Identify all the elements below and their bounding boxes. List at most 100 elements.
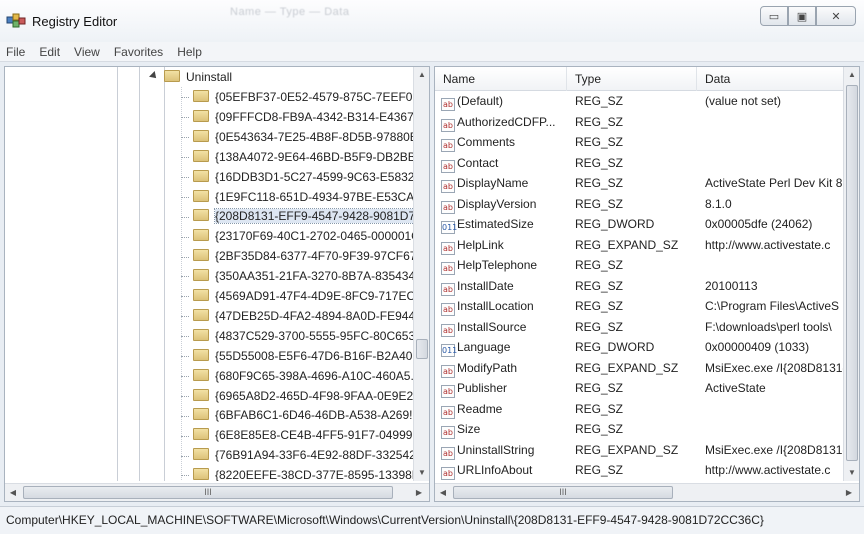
value-type-cell: REG_SZ — [575, 155, 624, 170]
list-item[interactable]: ab Comments REG_SZ — [435, 132, 845, 153]
string-value-icon: ab — [441, 323, 455, 337]
list-item[interactable]: ab DisplayName REG_SZ ActiveState Perl Dev … — [435, 173, 845, 194]
tree-connector — [181, 336, 189, 338]
value-name: Contact — [457, 155, 499, 170]
tree-item-subkey[interactable]: {6965A8D2-465D-4F98-9FAA-0E9E2: — [181, 386, 415, 406]
column-name-header[interactable]: Name — [435, 67, 567, 91]
value-name: AuthorizedCDFP... — [457, 114, 556, 129]
scroll-left-arrow-icon[interactable]: ◀ — [435, 484, 451, 501]
tree-item-subkey[interactable]: {76B91A94-33F6-4E92-88DF-332542 — [181, 445, 415, 465]
tree-vertical-scrollbar[interactable]: ▲ ▼ — [413, 67, 429, 481]
string-value-icon: ab — [441, 262, 455, 275]
menu-file[interactable]: File — [6, 45, 25, 59]
list-item[interactable]: ab InstallLocation REG_SZ C:\Program Files\… — [435, 296, 845, 317]
tree-connector — [181, 356, 189, 358]
tree-item-subkey[interactable]: {4569AD91-47F4-4D9E-8FC9-717EC: — [181, 286, 415, 306]
tree-item-label: {05EFBF37-0E52-4579-875C-7EEF0D — [215, 90, 415, 104]
collapse-arrow-icon[interactable] — [149, 71, 159, 81]
blurred-background-text: Name — Type — Data — [230, 6, 350, 18]
status-bar-path: Computer\HKEY_LOCAL_MACHINE\SOFTWARE\Mic… — [0, 506, 864, 534]
menu-edit[interactable]: Edit — [39, 45, 60, 59]
list-item[interactable]: ab ModifyPath REG_EXPAND_SZ MsiExec.exe /I{… — [435, 358, 845, 379]
minimize-icon: ▭ — [768, 10, 780, 23]
scroll-left-arrow-icon[interactable]: ◀ — [5, 484, 21, 502]
close-button[interactable]: ✕ — [816, 6, 856, 26]
value-type-cell: REG_EXPAND_SZ — [575, 360, 679, 375]
list-vertical-scrollbar[interactable]: ▲ ▼ — [843, 67, 859, 481]
key-tree-pane[interactable]: Uninstall {05EFBF37-0E52-4579-875C-7EEF0… — [4, 66, 430, 502]
list-item[interactable]: ab UninstallString REG_EXPAND_SZ MsiExec.ex… — [435, 440, 845, 461]
tree-item-subkey[interactable]: {55D55008-E5F6-47D6-B16F-B2A40I — [181, 346, 415, 366]
list-item[interactable]: ab Publisher REG_SZ ActiveState — [435, 378, 845, 399]
values-list-pane[interactable]: Name Type Data ab (Default) REG_SZ (value n… — [434, 66, 860, 502]
list-item[interactable]: 011EstimatedSize REG_DWORD 0x00005dfe (240… — [435, 214, 845, 235]
list-item[interactable]: ab URLInfoAbout REG_SZ http://www.activesta… — [435, 460, 845, 481]
list-item[interactable]: ab HelpLink REG_EXPAND_SZ http://www.active… — [435, 235, 845, 256]
maximize-button[interactable]: ▣ — [788, 6, 816, 26]
minimize-button[interactable]: ▭ — [760, 6, 788, 26]
menu-help[interactable]: Help — [177, 45, 202, 59]
tree-horizontal-scrollbar[interactable]: ◀ III ▶ — [5, 483, 429, 501]
value-name-cell: ab UninstallString — [441, 440, 567, 460]
list-item[interactable]: ab InstallSource REG_SZ F:\downloads\perl t… — [435, 317, 845, 338]
tree-item-subkey[interactable]: {23170F69-40C1-2702-0465-000001C — [181, 226, 415, 246]
string-value-icon: ab — [441, 426, 455, 439]
scroll-right-arrow-icon[interactable]: ▶ — [841, 484, 857, 501]
value-data-cell: C:\Program Files\ActiveS — [705, 299, 840, 313]
list-item[interactable]: 011Language REG_DWORD 0x00000409 (1033) — [435, 337, 845, 358]
tree-item-subkey[interactable]: {09FFFCD8-FB9A-4342-B314-E4367E — [181, 107, 415, 127]
list-item[interactable]: ab AuthorizedCDFP... REG_SZ — [435, 112, 845, 133]
scroll-thumb[interactable]: III — [23, 486, 393, 499]
list-item[interactable]: ab HelpTelephone REG_SZ — [435, 255, 845, 276]
scroll-up-arrow-icon[interactable]: ▲ — [414, 67, 430, 83]
folder-icon — [193, 368, 209, 381]
folder-icon — [193, 129, 209, 142]
tree-item-subkey[interactable]: {47DEB25D-4FA2-4894-8A0D-FE944 — [181, 306, 415, 326]
scroll-up-arrow-icon[interactable]: ▲ — [844, 67, 859, 83]
tree-item-subkey[interactable]: {0E543634-7E25-4B8F-8D5B-97880E! — [181, 127, 415, 147]
value-type-cell: REG_SZ — [575, 196, 624, 211]
tree-item-label: {76B91A94-33F6-4E92-88DF-332542 — [215, 448, 415, 463]
value-name: InstallLocation — [457, 299, 534, 313]
list-horizontal-scrollbar[interactable]: ◀ III ▶ — [435, 483, 859, 501]
tree-item-subkey[interactable]: {16DDB3D1-5C27-4599-9C63-E5832: — [181, 167, 415, 187]
scroll-thumb[interactable]: III — [453, 486, 673, 499]
scroll-thumb[interactable] — [846, 85, 858, 461]
list-item[interactable]: ab Readme REG_SZ — [435, 399, 845, 420]
tree-item-subkey[interactable]: {350AA351-21FA-3270-8B7A-835434 — [181, 266, 415, 286]
tree-item-subkey[interactable]: {2BF35D84-6377-4F70-9F39-97CF67 — [181, 246, 415, 266]
scroll-down-arrow-icon[interactable]: ▼ — [414, 465, 430, 481]
scroll-down-arrow-icon[interactable]: ▼ — [844, 465, 859, 481]
list-item[interactable]: ab DisplayVersion REG_SZ 8.1.0 — [435, 194, 845, 215]
column-data-header[interactable]: Data — [697, 67, 845, 91]
scroll-thumb[interactable] — [416, 339, 428, 359]
folder-icon — [193, 388, 209, 401]
string-value-icon: ab — [441, 200, 455, 214]
tree-item-subkey[interactable]: {208D8131-EFF9-4547-9428-9081D7. — [181, 206, 415, 226]
value-name-cell: ab HelpLink — [441, 235, 567, 255]
list-item[interactable]: ab (Default) REG_SZ (value not set) — [435, 91, 845, 112]
tree-item-subkey[interactable]: {05EFBF37-0E52-4579-875C-7EEF0D — [181, 87, 415, 107]
list-item[interactable]: ab Contact REG_SZ — [435, 153, 845, 174]
tree-item-subkey[interactable]: {6E8E85E8-CE4B-4FF5-91F7-04999C! — [181, 425, 415, 445]
value-name-cell: ab InstallSource — [441, 317, 567, 337]
tree-item-subkey[interactable]: {8220EEFE-38CD-377E-8595-13398D — [181, 465, 415, 481]
list-item[interactable]: ab InstallDate REG_SZ 20100113 — [435, 276, 845, 297]
list-item[interactable]: ab Size REG_SZ — [435, 419, 845, 440]
folder-icon — [193, 428, 209, 441]
scroll-right-arrow-icon[interactable]: ▶ — [411, 484, 427, 502]
column-type-header[interactable]: Type — [567, 67, 697, 91]
tree-item-subkey[interactable]: {1E9FC118-651D-4934-97BE-E53CAI — [181, 187, 415, 207]
folder-icon — [193, 149, 209, 162]
registry-editor-window: Registry Editor Name — Type — Data ▭ ▣ ✕… — [0, 0, 864, 534]
menu-favorites[interactable]: Favorites — [114, 45, 163, 59]
value-name: HelpLink — [457, 237, 504, 252]
title-bar[interactable]: Registry Editor Name — Type — Data ▭ ▣ ✕ — [0, 0, 864, 42]
tree-item-subkey[interactable]: {680F9C65-398A-4696-A10C-460A5. — [181, 366, 414, 386]
tree-item-subkey[interactable]: {138A4072-9E64-46BD-B5F9-DB2BB. — [181, 147, 415, 167]
tree-item-subkey[interactable]: {6BFAB6C1-6D46-46DB-A538-A269! — [181, 405, 412, 425]
value-data-cell: 8.1.0 — [705, 196, 732, 211]
menu-view[interactable]: View — [74, 45, 100, 59]
tree-item-uninstall[interactable]: Uninstall — [149, 67, 232, 87]
tree-item-subkey[interactable]: {4837C529-3700-5555-95FC-80C653. — [181, 326, 415, 346]
